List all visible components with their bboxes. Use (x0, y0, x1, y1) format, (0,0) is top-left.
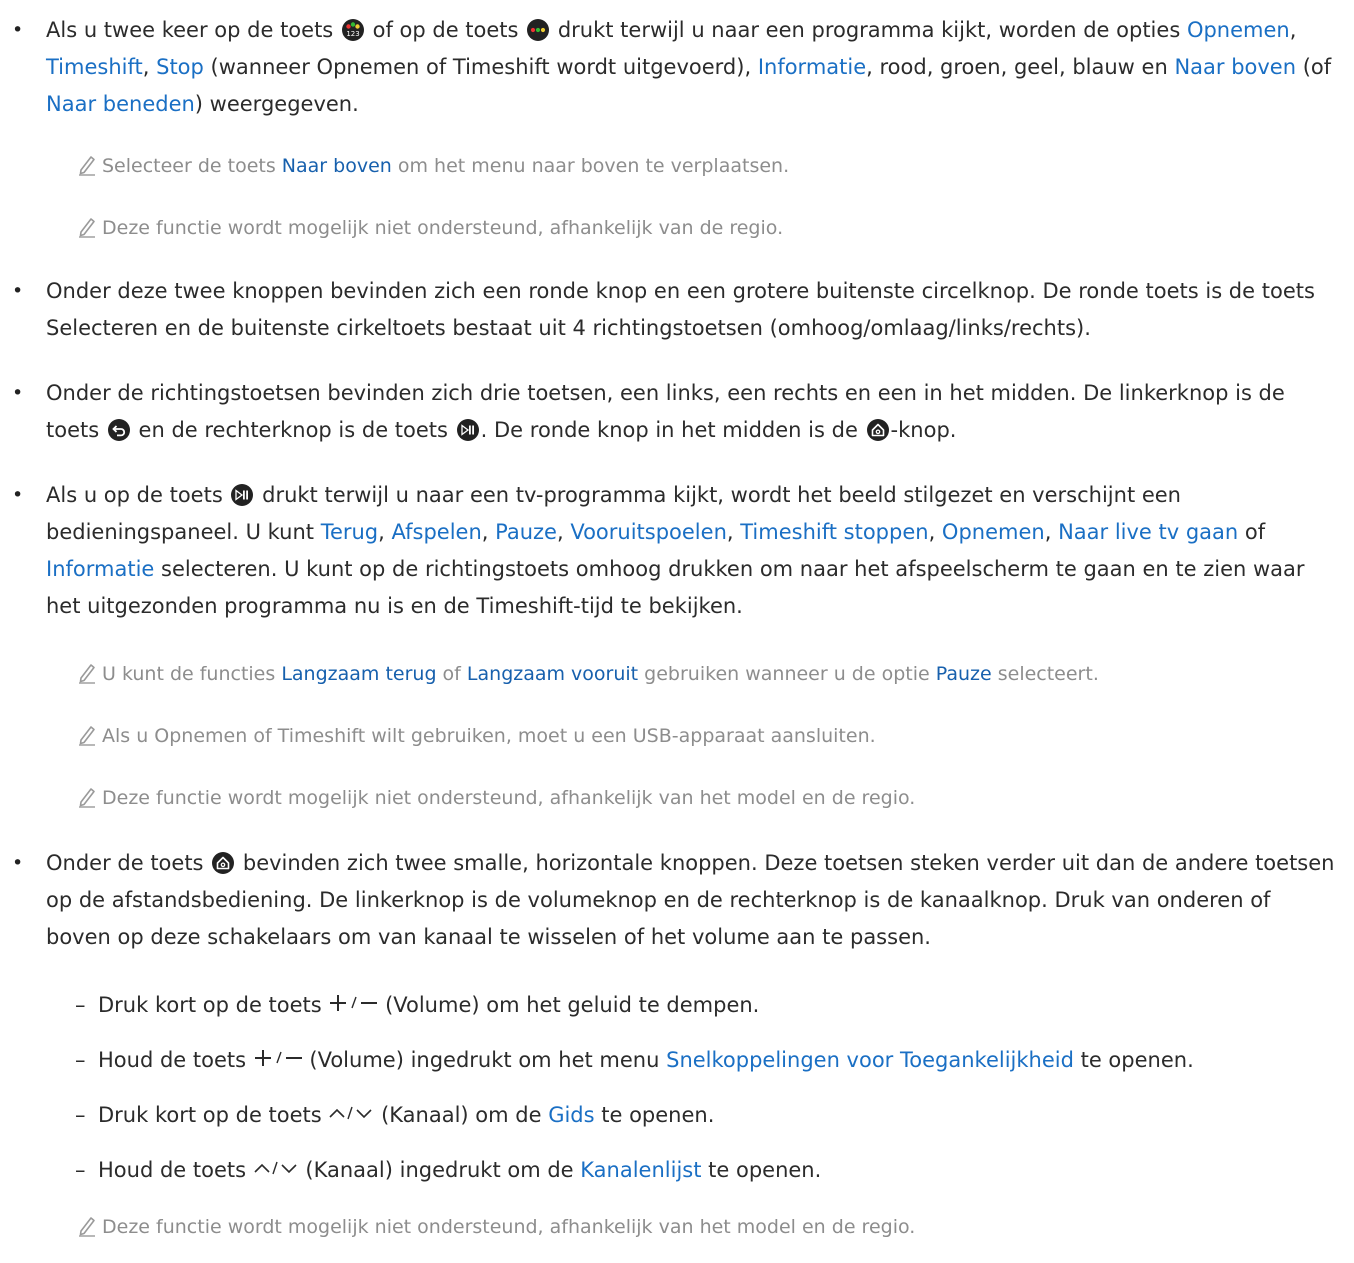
bullet-marker: • (12, 19, 24, 41)
bullet-item-three-buttons: • Onder de richtingstoetsen bevinden zic… (12, 375, 1340, 449)
timeshift-stoppen-link[interactable]: Timeshift stoppen (740, 520, 928, 544)
color-number-button-icon: 123 (341, 19, 364, 41)
home-button-icon (866, 419, 889, 441)
up-down-channel-icon (329, 1106, 372, 1120)
gids-link[interactable]: Gids (548, 1103, 594, 1127)
sub-item-mute: – Druk kort op de toets (Volume) om het … (75, 987, 1340, 1024)
note-naar-boven: Selecteer de toets Naar boven om het men… (77, 152, 1340, 180)
play-pause-button-icon (456, 419, 479, 441)
note-usb: Als u Opnemen of Timeshift wilt gebruike… (77, 722, 1340, 750)
sub-item-guide: – Druk kort op de toets (Kanaal) om de G… (75, 1097, 1340, 1134)
naar-boven-link[interactable]: Naar boven (282, 155, 392, 177)
langzaam-vooruit-link[interactable]: Langzaam vooruit (467, 663, 638, 685)
bullet-marker: • (12, 382, 24, 404)
bullet-item-playpause: • Als u op de toets drukt terwijl u naar… (12, 477, 1340, 625)
pauze-link[interactable]: Pauze (495, 520, 557, 544)
terug-link[interactable]: Terug (321, 520, 378, 544)
pencil-note-icon (79, 664, 95, 684)
play-pause-button-icon (231, 484, 254, 506)
bullet-marker: • (12, 484, 24, 506)
dash-marker: – (75, 993, 86, 1017)
naar-beneden-link[interactable]: Naar beneden (46, 92, 195, 116)
sub-item-accessibility: – Houd de toets (Volume) ingedrukt om he… (75, 1042, 1340, 1079)
kanalenlijst-link[interactable]: Kanalenlijst (580, 1158, 701, 1182)
afspelen-link[interactable]: Afspelen (392, 520, 482, 544)
bullet-marker: • (12, 280, 24, 302)
naar-boven-link[interactable]: Naar boven (1174, 55, 1296, 79)
note-slow-motion: U kunt de functies Langzaam terug of Lan… (77, 660, 1340, 688)
stop-link[interactable]: Stop (156, 55, 204, 79)
dash-marker: – (75, 1048, 86, 1072)
up-down-channel-icon (254, 1161, 297, 1175)
pencil-note-icon (79, 726, 95, 746)
sub-item-channel-list: – Houd de toets (Kanaal) ingedrukt om de… (75, 1152, 1340, 1189)
note-model-region-2: Deze functie wordt mogelijk niet onderst… (77, 1213, 1340, 1241)
return-button-icon (107, 419, 130, 441)
timeshift-link[interactable]: Timeshift (46, 55, 143, 79)
pencil-note-icon (79, 156, 95, 176)
snelkoppelingen-link[interactable]: Snelkoppelingen voor Toegankelijkheid (666, 1048, 1074, 1072)
bullet-item-color-buttons: • Als u twee keer op de toets 123 of op … (12, 12, 1340, 123)
informatie-link[interactable]: Informatie (758, 55, 866, 79)
pencil-note-icon (79, 218, 95, 238)
pencil-note-icon (79, 1217, 95, 1237)
svg-text:123: 123 (346, 30, 359, 38)
opnemen-link[interactable]: Opnemen (942, 520, 1045, 544)
home-button-icon (212, 852, 235, 874)
vooruitspoelen-link[interactable]: Vooruitspoelen (570, 520, 727, 544)
pencil-note-icon (79, 788, 95, 808)
dash-marker: – (75, 1158, 86, 1182)
note-model-region: Deze functie wordt mogelijk niet onderst… (77, 784, 1340, 812)
langzaam-terug-link[interactable]: Langzaam terug (281, 663, 436, 685)
bullet-item-volume-channel: • Onder de toets bevinden zich twee smal… (12, 845, 1340, 956)
note-region: Deze functie wordt mogelijk niet onderst… (77, 214, 1340, 242)
manual-page: • Als u twee keer op de toets 123 of op … (0, 0, 1354, 1263)
informatie-link[interactable]: Informatie (46, 557, 154, 581)
bullet-item-select-button: • Onder deze twee knoppen bevinden zich … (12, 273, 1340, 347)
naar-live-tv-link[interactable]: Naar live tv gaan (1058, 520, 1238, 544)
color-button-icon (527, 19, 550, 41)
bullet-marker: • (12, 852, 24, 874)
plus-minus-volume-icon (330, 995, 378, 1011)
pauze-link[interactable]: Pauze (936, 663, 992, 685)
dash-marker: – (75, 1103, 86, 1127)
plus-minus-volume-icon (254, 1050, 302, 1066)
opnemen-link[interactable]: Opnemen (1187, 18, 1290, 42)
